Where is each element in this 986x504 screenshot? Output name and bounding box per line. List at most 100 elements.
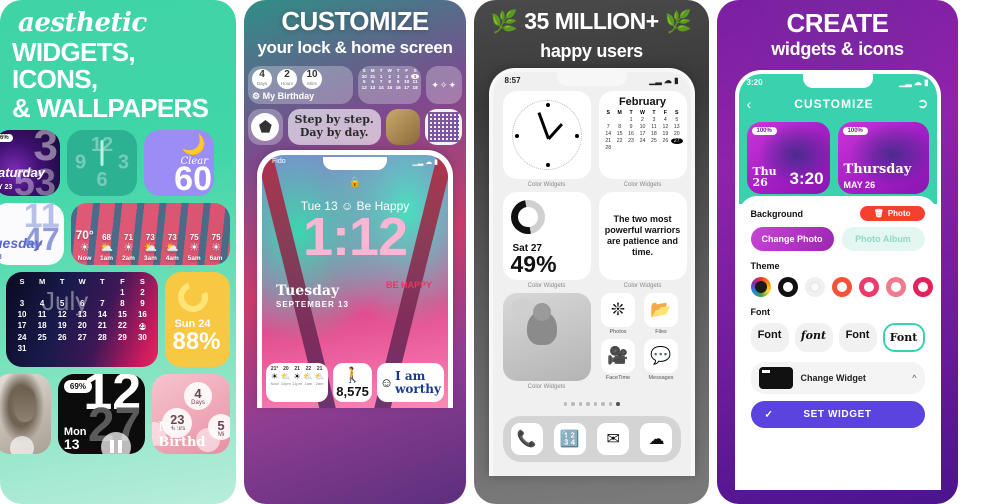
- widget-analog-clock[interactable]: [502, 91, 591, 179]
- screenshot-panel-users[interactable]: 🌿 35 MILLION+ 🌿 happy users 8:57 ▁▂ ☁ ▮: [474, 0, 709, 504]
- widget-battery[interactable]: Sat 27 49%: [502, 192, 591, 280]
- weather-temp: 70°: [75, 228, 94, 243]
- widget-sparkle[interactable]: ✦✧✦: [426, 66, 462, 104]
- font-option-3[interactable]: Font: [838, 323, 877, 352]
- clock-day: 13: [63, 435, 80, 452]
- widget-hourly-weather[interactable]: 70° ☀ Now 68 ⛅ 1am 71 ☀ 2am 73 ⛅ 3am 73 …: [70, 202, 230, 265]
- widget-step-counter[interactable]: 🚶 8,575: [333, 363, 372, 402]
- calendar-day: 24: [17, 332, 27, 342]
- theme-swatch-color[interactable]: [885, 277, 906, 297]
- calendar-cell: 9: [629, 124, 633, 130]
- widget-quote[interactable]: Step by step. Day by day.: [287, 109, 381, 145]
- screenshot-panel-widgets[interactable]: aesthetic WIDGETS, ICONS, & WALLPAPERS 6…: [0, 0, 236, 504]
- font-picker[interactable]: Font font Font Font: [750, 323, 925, 352]
- panel2-header: CUSTOMIZE your lock & home screen: [244, 0, 466, 64]
- folder-icon: 📂: [644, 293, 678, 327]
- calendar-cell: [614, 117, 625, 123]
- widget-affirmation[interactable]: ☺ I am worthy: [376, 363, 444, 402]
- change-photo-button[interactable]: Change Photo: [750, 227, 834, 251]
- font-option-4-selected[interactable]: Font: [882, 323, 925, 352]
- app-item-photos[interactable]: ❊ Photos: [599, 293, 638, 335]
- widget-photo[interactable]: [502, 293, 591, 381]
- widget-editor-screen[interactable]: 3:20 ▁▂ ☁ ▮ ‹ CUSTOMIZE ➲ 100% Thu 26 3:…: [738, 74, 937, 490]
- weather-icon: ☀: [293, 372, 301, 381]
- mail-icon[interactable]: ✉: [597, 422, 630, 455]
- widget-qr-code[interactable]: [425, 109, 462, 145]
- widget-digital-clock[interactable]: 69% 12 27 Mon 13: [57, 373, 146, 454]
- screenshot-panel-customize[interactable]: CUSTOMIZE your lock & home screen 4 Days…: [244, 0, 466, 504]
- lockscreen[interactable]: Fido ▁▂ ☁ ▮ 🔒 Tue 13 ☺ Be Happy 1:12 Tue…: [262, 155, 448, 408]
- theme-swatch-color[interactable]: [912, 277, 933, 297]
- theme-color-picker[interactable]: [750, 277, 933, 297]
- calendar-day: 17: [17, 320, 27, 330]
- panel2-widget-row-1: 4 Days 2 Hours 10 Mins ⚙ My Birthday S M…: [248, 66, 462, 104]
- font-option-2[interactable]: font: [794, 323, 833, 352]
- calendar-day: 29: [117, 332, 127, 342]
- widget-calendar-july[interactable]: July S M T W T F S 1 2 3 4 5 6 7 8 9 10 11 12 13 14 15 16 17 18 1…: [6, 271, 159, 367]
- widget-mini-calendar[interactable]: S M T W T F S 30 31 1 2 3 4 1 5 6 7 8 9 10 11 12 13 14 15 16 17 18: [357, 66, 422, 104]
- change-widget-row[interactable]: Change Widget ^: [750, 362, 925, 394]
- calendar-blank: [92, 288, 112, 297]
- widget-weather-clear[interactable]: 🌙 Clear 60: [144, 129, 214, 196]
- app-label: Messages: [648, 375, 674, 381]
- widget-battery-ring[interactable]: Sun 24 88%: [165, 271, 230, 367]
- widget-analog-clock[interactable]: 12 3 6 9: [67, 129, 137, 196]
- clock-number-6: 6: [96, 168, 108, 191]
- weather-cloud-icon[interactable]: ☁: [640, 422, 673, 455]
- calendar-cell: 5: [675, 117, 679, 123]
- clock-face: [511, 100, 582, 170]
- theme-swatch-color[interactable]: [858, 277, 879, 297]
- panel1-header: aesthetic WIDGETS, ICONS, & WALLPAPERS: [0, 0, 236, 126]
- calendar-day: 25: [37, 332, 47, 342]
- widget-birthday-countdown[interactable]: 4 Days 2 Hours 10 Mins ⚙ My Birthday: [248, 66, 353, 104]
- widget-label: Color Widgets: [527, 182, 566, 188]
- page-dot: [571, 402, 575, 406]
- theme-swatch-color[interactable]: [831, 277, 852, 297]
- theme-swatch-white[interactable]: [804, 277, 825, 297]
- widget-label: Color Widgets: [623, 283, 662, 289]
- widget-cat-photo[interactable]: [0, 373, 51, 454]
- preview-time: 3:20: [789, 169, 824, 188]
- nav-title: CUSTOMIZE: [794, 96, 874, 111]
- share-arrow-icon[interactable]: ➲: [917, 95, 929, 112]
- chevron-left-icon[interactable]: ‹: [747, 96, 752, 112]
- photo-chip-label: Photo: [887, 209, 911, 218]
- set-widget-button[interactable]: ✓ SET WIDGET: [750, 401, 925, 428]
- page-indicator-dots[interactable]: [493, 402, 691, 406]
- app-item-facetime[interactable]: 🎥 FaceTime: [599, 339, 638, 381]
- widget-birthday-countdown[interactable]: 4 Days 23 Hours 5 Mi My Birthd: [152, 373, 230, 454]
- calendar-grid: S M T W T F S 1 2 3 4 5 6 7 8 9 10 11 12 13 14 15 16 17 18 19 20 21…: [12, 277, 152, 353]
- homescreen[interactable]: 8:57 ▁▂ ☁ ▮ Color Widgets February S M T…: [492, 72, 691, 476]
- theme-swatch-rainbow[interactable]: [750, 277, 771, 297]
- panel4-header: CREATE widgets & icons: [717, 0, 958, 66]
- screenshot-panel-create[interactable]: CREATE widgets & icons 3:20 ▁▂ ☁ ▮ ‹ CUS…: [717, 0, 958, 504]
- widget-preview-large[interactable]: 100% Thursday MAY 26: [837, 122, 929, 194]
- photo-album-button[interactable]: Photo Album: [841, 227, 925, 251]
- widget-preview-small[interactable]: 100% Thu 26 3:20: [746, 122, 830, 194]
- app-item-files[interactable]: 📂 Files: [642, 293, 681, 335]
- widget-label: Color Widgets: [623, 182, 662, 188]
- phone-icon[interactable]: 📞: [510, 422, 543, 455]
- widget-calendar[interactable]: February S M T W T F S 1 2 3 4 5 7 8 9 10 11 12 13 14 15 16 17…: [598, 91, 687, 179]
- calculator-icon[interactable]: 🔢: [553, 422, 586, 455]
- widget-saturday-lockscreen[interactable]: 6% 3 53 aturday Y 23: [0, 129, 60, 196]
- chevron-up-icon[interactable]: ^: [912, 373, 916, 383]
- app-item-messages[interactable]: 💬 Messages: [642, 339, 681, 381]
- widget-lockdate[interactable]: 11 47 uesday 23: [0, 202, 64, 265]
- weather-col: 20 ⛅ 10pm: [280, 366, 291, 399]
- widget-weather-small[interactable]: 21° ☀ Now 20 ⛅ 10pm 21 ☀ 11pm 22 ⛅ 1am 2…: [266, 363, 329, 402]
- quote-line2: Day by day.: [299, 126, 369, 139]
- font-label: Font: [750, 307, 771, 317]
- calendar-day: 22: [117, 320, 127, 330]
- theme-swatch-black[interactable]: [777, 277, 798, 297]
- calendar-day: 27: [77, 332, 87, 342]
- font-option-1[interactable]: Font: [750, 323, 789, 352]
- retro-phone-icon[interactable]: [385, 109, 421, 145]
- next-arrow-icon[interactable]: [196, 427, 220, 452]
- widget-quote[interactable]: The two most powerful warriors are patie…: [598, 192, 687, 280]
- widget-soccer-icon[interactable]: [248, 109, 283, 145]
- app-label: Files: [655, 329, 667, 335]
- calendar-day: 18: [37, 320, 47, 330]
- photo-chip-button[interactable]: 🗑 Photo: [859, 206, 925, 221]
- saturday-date-label: Y 23: [0, 183, 13, 191]
